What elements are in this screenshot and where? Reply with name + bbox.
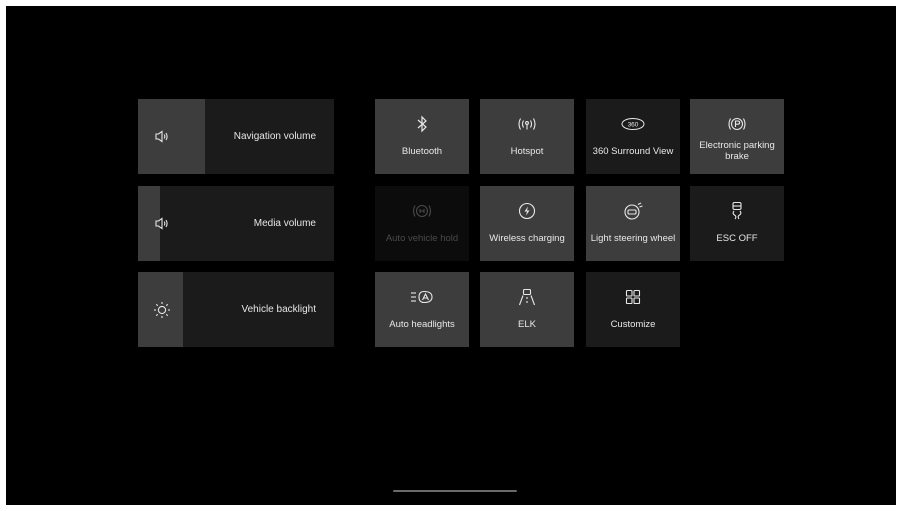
- slider-label: Media volume: [253, 218, 316, 229]
- auto-hold-icon: [402, 200, 442, 222]
- light-steering-wheel-tile[interactable]: Light steering wheel: [586, 186, 680, 261]
- home-indicator-bar[interactable]: [393, 490, 517, 492]
- navigation-volume-slider[interactable]: Navigation volume: [138, 99, 334, 174]
- customize-tile[interactable]: Customize: [586, 272, 680, 347]
- 360-icon-text: 360: [628, 122, 639, 129]
- tile-label: Electronic parking brake: [699, 140, 775, 162]
- tile-label: Bluetooth: [401, 145, 443, 157]
- parking-brake-icon: [717, 113, 757, 135]
- esc-off-tile[interactable]: ESC OFF: [690, 186, 784, 261]
- tile-label: Hotspot: [510, 145, 544, 157]
- bluetooth-tile[interactable]: Bluetooth: [375, 99, 469, 174]
- elk-tile[interactable]: ELK: [480, 272, 574, 347]
- electronic-parking-brake-tile[interactable]: Electronic parking brake: [690, 99, 784, 174]
- steering-wheel-icon: [613, 200, 653, 222]
- tile-label: Wireless charging: [489, 232, 565, 244]
- hotspot-icon: [507, 113, 547, 135]
- tile-label: Light steering wheel: [590, 232, 676, 244]
- control-center-screen: Navigation volume Media volume Vehicle b…: [6, 6, 896, 505]
- tile-label: ELK: [518, 318, 536, 330]
- bluetooth-icon: [402, 113, 442, 135]
- wireless-charging-icon: [507, 200, 547, 222]
- media-volume-slider[interactable]: Media volume: [138, 186, 334, 261]
- speaker-icon: [138, 99, 186, 174]
- slider-label: Navigation volume: [233, 131, 316, 142]
- hotspot-tile[interactable]: Hotspot: [480, 99, 574, 174]
- tile-label: Customize: [610, 318, 656, 330]
- slider-label: Vehicle backlight: [241, 304, 317, 315]
- esc-off-icon: [717, 200, 757, 222]
- tile-label: ESC OFF: [716, 232, 758, 244]
- grid-icon: [613, 286, 653, 308]
- auto-headlights-icon: [402, 286, 442, 308]
- tile-label: Auto headlights: [389, 318, 455, 330]
- speaker-icon: [138, 186, 186, 261]
- brightness-icon: [138, 272, 186, 347]
- tile-label: Auto vehicle hold: [385, 232, 459, 244]
- tile-label: 360 Surround View: [592, 145, 674, 157]
- lane-keep-icon: [507, 286, 547, 308]
- wireless-charging-tile[interactable]: Wireless charging: [480, 186, 574, 261]
- 360-view-icon: 360: [613, 113, 653, 135]
- vehicle-backlight-slider[interactable]: Vehicle backlight: [138, 272, 334, 347]
- auto-headlights-tile[interactable]: Auto headlights: [375, 272, 469, 347]
- 360-surround-view-tile[interactable]: 360 360 Surround View: [586, 99, 680, 174]
- auto-vehicle-hold-tile[interactable]: Auto vehicle hold: [375, 186, 469, 261]
